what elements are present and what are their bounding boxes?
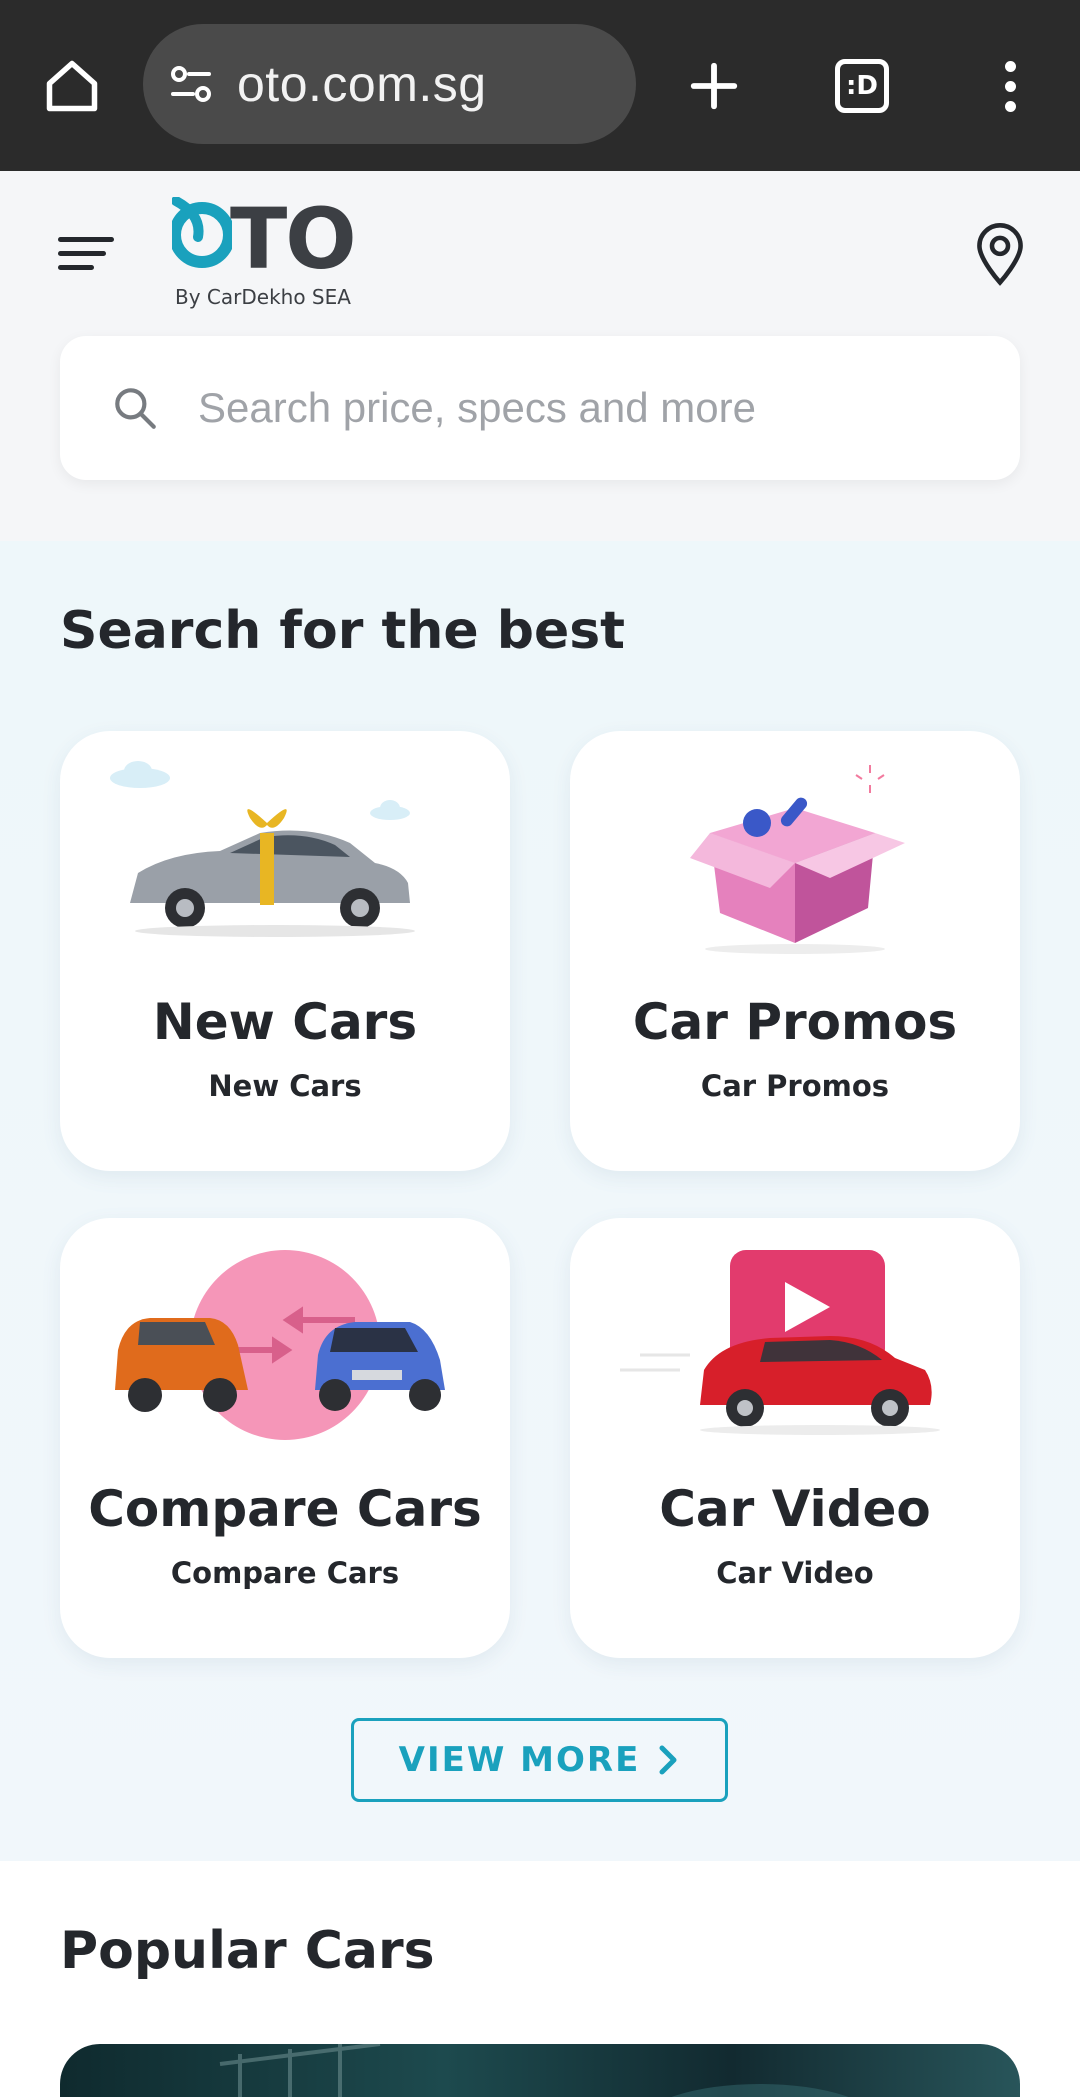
compare-cars-icon	[115, 1250, 445, 1440]
site-header: TO By CarDekho SEA Search price, specs a…	[0, 171, 1080, 541]
card-subtitle: Car Video	[716, 1556, 874, 1590]
browser-toolbar: oto.com.sg :D	[0, 0, 1080, 171]
address-bar[interactable]: oto.com.sg	[143, 24, 636, 144]
card-compare-cars[interactable]: Compare Cars Compare Cars	[60, 1218, 510, 1658]
view-more-label: VIEW MORE	[398, 1740, 641, 1780]
card-car-promos[interactable]: Car Promos Car Promos	[570, 731, 1020, 1171]
popular-cars-section: Popular Cars	[0, 1861, 1080, 2097]
card-title: New Cars	[152, 993, 418, 1051]
section-title: Search for the best	[60, 601, 626, 661]
card-subtitle: Car Promos	[700, 1069, 890, 1103]
category-section: Search for the best New Cars New Cars Ca…	[0, 541, 1080, 1861]
card-subtitle: Compare Cars	[170, 1556, 400, 1590]
search-icon	[115, 388, 156, 429]
home-icon[interactable]	[36, 50, 108, 122]
card-new-cars[interactable]: New Cars New Cars	[60, 731, 510, 1171]
car-video-icon	[620, 1250, 940, 1435]
more-options-icon[interactable]	[974, 50, 1046, 122]
new-tab-icon[interactable]	[678, 50, 750, 122]
search-bar[interactable]: Search price, specs and more	[60, 336, 1020, 480]
logo-wordmark: TO	[230, 190, 357, 288]
section-title: Popular Cars	[60, 1921, 435, 1981]
card-title: Car Promos	[632, 993, 958, 1051]
site-settings-icon[interactable]	[165, 58, 217, 110]
url-text: oto.com.sg	[237, 56, 487, 112]
card-subtitle: New Cars	[208, 1069, 362, 1103]
promo-gift-box-icon	[690, 765, 905, 954]
logo-tagline: By CarDekho SEA	[175, 285, 351, 309]
view-more-button[interactable]: VIEW MORE	[351, 1718, 728, 1802]
oto-logo[interactable]: TO By CarDekho SEA	[172, 190, 372, 309]
card-title: Car Video	[659, 1480, 931, 1538]
new-car-gift-icon	[110, 761, 415, 937]
logo-mark-icon	[172, 197, 232, 268]
chevron-right-icon	[659, 1745, 677, 1775]
card-car-video[interactable]: Car Video Car Video	[570, 1218, 1020, 1658]
location-pin-icon[interactable]	[972, 223, 1028, 287]
search-input[interactable]: Search price, specs and more	[198, 384, 756, 432]
card-title: Compare Cars	[88, 1480, 482, 1538]
tab-count: :D	[835, 59, 889, 113]
menu-icon[interactable]	[58, 233, 116, 273]
popular-car-image[interactable]	[60, 2044, 1020, 2097]
tab-switcher-button[interactable]: :D	[826, 50, 898, 122]
